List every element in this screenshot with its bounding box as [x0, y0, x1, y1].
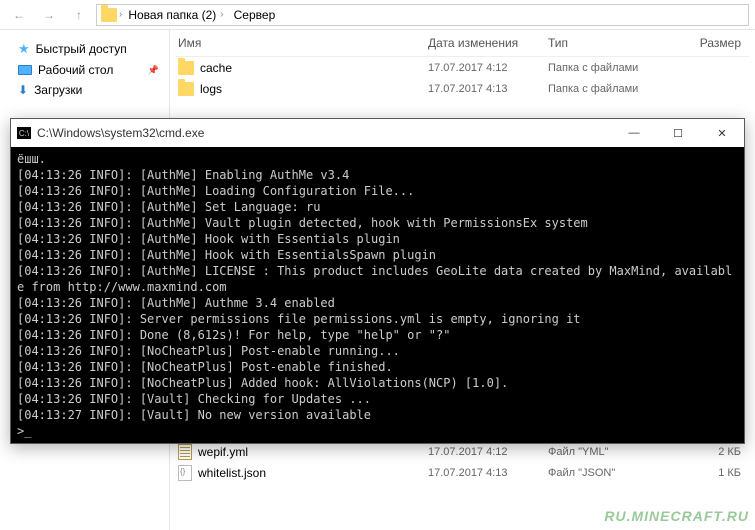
folder-icon	[178, 61, 194, 75]
cmd-icon: C:\	[17, 127, 31, 139]
file-row[interactable]: cache 17.07.2017 4:12Папка с файлами	[176, 57, 749, 78]
file-name: wepif.yml	[198, 445, 248, 459]
explorer-toolbar: ← → ↑ › Новая папка (2)› Сервер	[0, 0, 755, 30]
sidebar-item-desktop[interactable]: Рабочий стол 📌	[0, 60, 169, 80]
minimize-button[interactable]: —	[612, 119, 656, 147]
watermark: RU.MINECRAFT.RU	[604, 508, 749, 524]
col-type[interactable]: Тип	[548, 36, 663, 50]
col-size[interactable]: Размер	[663, 36, 747, 50]
col-name[interactable]: Имя	[178, 36, 428, 50]
sidebar-item-downloads[interactable]: ⬇ Загрузки	[0, 80, 169, 100]
file-name: cache	[200, 61, 232, 75]
file-date: 17.07.2017 4:13	[428, 467, 548, 479]
nav-forward-button[interactable]: →	[36, 2, 62, 28]
file-date: 17.07.2017 4:12	[428, 62, 548, 74]
cmd-title-text: C:\Windows\system32\cmd.exe	[37, 126, 612, 140]
sidebar-item-label: Рабочий стол	[38, 63, 113, 77]
file-type: Папка с файлами	[548, 83, 663, 95]
file-type: Файл "JSON"	[548, 467, 663, 479]
file-date: 17.07.2017 4:12	[428, 446, 548, 458]
file-row[interactable]: wepif.yml 17.07.2017 4:12Файл "YML"2 КБ	[176, 441, 749, 462]
file-name: logs	[200, 82, 222, 96]
file-size: 1 КБ	[663, 467, 747, 479]
pin-icon: 📌	[148, 65, 159, 76]
file-type: Папка с файлами	[548, 62, 663, 74]
file-icon	[178, 444, 192, 460]
file-name: whitelist.json	[198, 466, 266, 480]
file-row[interactable]: logs 17.07.2017 4:13Папка с файлами	[176, 78, 749, 99]
maximize-button[interactable]: ☐	[656, 119, 700, 147]
cmd-output[interactable]: ёшш. [04:13:26 INFO]: [AuthMe] Enabling …	[11, 147, 744, 443]
file-icon	[178, 465, 192, 481]
col-date[interactable]: Дата изменения	[428, 36, 548, 50]
folder-icon	[101, 8, 117, 22]
sidebar-item-label: Быстрый доступ	[36, 42, 127, 56]
sidebar-item-quick-access[interactable]: ★ Быстрый доступ	[0, 38, 169, 60]
nav-up-button[interactable]: ↑	[66, 2, 92, 28]
breadcrumb[interactable]: Новая папка (2)›	[124, 8, 227, 22]
file-row[interactable]: whitelist.json 17.07.2017 4:13Файл "JSON"…	[176, 462, 749, 483]
desktop-icon	[18, 65, 32, 75]
chevron-icon: ›	[119, 9, 122, 20]
sidebar-item-label: Загрузки	[34, 83, 82, 97]
file-size: 2 КБ	[663, 446, 747, 458]
star-icon: ★	[18, 41, 30, 57]
breadcrumb[interactable]: Сервер	[230, 8, 280, 22]
download-icon: ⬇	[18, 83, 28, 97]
cmd-titlebar[interactable]: C:\ C:\Windows\system32\cmd.exe — ☐ ✕	[11, 119, 744, 147]
column-headers[interactable]: Имя Дата изменения Тип Размер	[176, 30, 749, 57]
folder-icon	[178, 82, 194, 96]
close-button[interactable]: ✕	[700, 119, 744, 147]
nav-back-button[interactable]: ←	[6, 2, 32, 28]
cmd-window: C:\ C:\Windows\system32\cmd.exe — ☐ ✕ ёш…	[10, 118, 745, 444]
file-date: 17.07.2017 4:13	[428, 83, 548, 95]
file-type: Файл "YML"	[548, 446, 663, 458]
address-bar[interactable]: › Новая папка (2)› Сервер	[96, 4, 749, 26]
